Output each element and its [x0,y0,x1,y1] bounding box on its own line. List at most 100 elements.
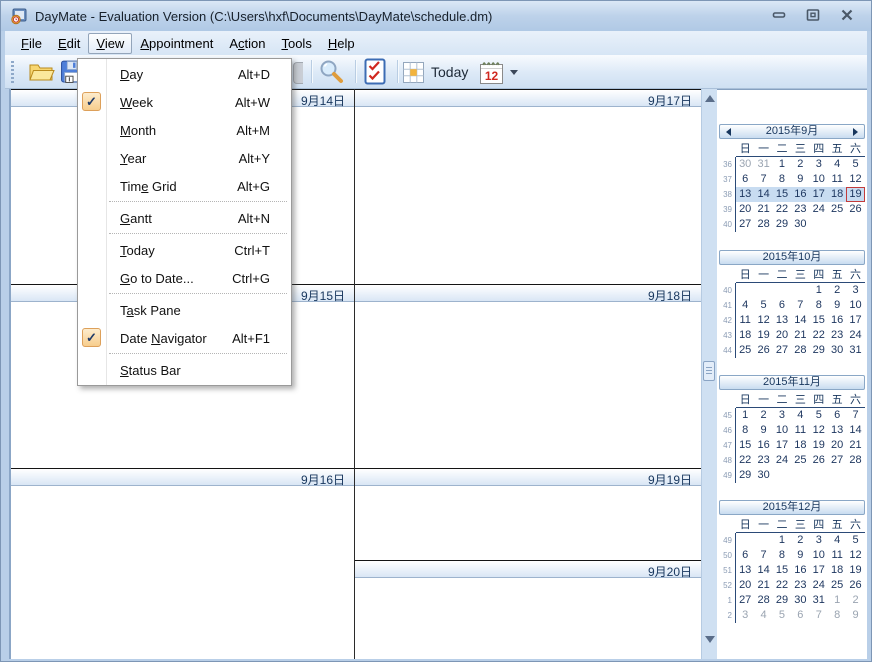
nav-date[interactable]: 21 [846,438,864,453]
today-button[interactable]: Today [403,59,468,85]
nav-date[interactable]: 4 [736,298,754,313]
nav-date[interactable]: 2 [828,283,846,298]
nav-date[interactable]: 26 [810,453,828,468]
nav-date[interactable]: 15 [773,187,791,202]
nav-date[interactable]: 12 [754,313,772,328]
nav-date[interactable]: 22 [736,453,754,468]
menu-item-day[interactable]: DayAlt+D [78,60,291,88]
nav-date[interactable]: 23 [754,453,772,468]
nav-date[interactable]: 27 [773,343,791,358]
nav-date[interactable]: 31 [754,157,772,172]
date-picker-button[interactable]: 12 [478,59,505,85]
prev-month-arrow[interactable] [726,128,731,136]
nav-date[interactable]: 30 [791,217,809,232]
checklist-icon[interactable] [363,58,387,85]
day-cell[interactable]: 9月17日 [355,89,701,284]
nav-date[interactable]: 17 [846,313,864,328]
day-cell-header[interactable]: 9月16日 [11,468,354,486]
nav-date[interactable]: 4 [791,408,809,423]
nav-date[interactable]: 24 [810,202,828,217]
nav-date[interactable]: 29 [736,468,754,483]
menu-item-time-grid[interactable]: Time GridAlt+G [78,172,291,200]
nav-date[interactable]: 13 [773,313,791,328]
nav-date[interactable]: 13 [736,563,754,578]
nav-date[interactable]: 25 [791,453,809,468]
splitter-handle[interactable] [703,361,715,381]
nav-date[interactable]: 4 [828,157,846,172]
day-cell[interactable]: 9月20日 [355,560,701,659]
nav-date[interactable]: 10 [810,172,828,187]
nav-date[interactable]: 22 [773,578,791,593]
nav-date[interactable]: 8 [828,608,846,623]
nav-date[interactable]: 27 [736,593,754,608]
nav-date[interactable]: 16 [791,187,809,202]
nav-date[interactable]: 5 [810,408,828,423]
nav-date[interactable]: 15 [773,563,791,578]
nav-date[interactable]: 9 [846,608,864,623]
nav-date[interactable]: 18 [791,438,809,453]
nav-date[interactable]: 3 [810,533,828,548]
menu-item-status-bar[interactable]: Status Bar [78,356,291,384]
nav-date[interactable]: 27 [828,453,846,468]
menu-item-month[interactable]: MonthAlt+M [78,116,291,144]
nav-date[interactable]: 10 [846,298,864,313]
date-picker-dropdown-arrow[interactable] [510,70,518,75]
menu-file[interactable]: File [13,33,50,54]
nav-date[interactable]: 7 [754,548,772,563]
nav-date[interactable]: 17 [810,187,828,202]
nav-date[interactable]: 3 [846,283,864,298]
nav-date[interactable]: 2 [846,593,864,608]
nav-date[interactable]: 20 [828,438,846,453]
nav-date[interactable]: 12 [810,423,828,438]
nav-date[interactable]: 6 [773,298,791,313]
nav-date[interactable]: 11 [736,313,754,328]
nav-date[interactable]: 1 [828,593,846,608]
nav-date[interactable]: 25 [828,202,846,217]
nav-date[interactable]: 25 [736,343,754,358]
next-month-arrow[interactable] [853,128,858,136]
nav-date[interactable]: 9 [754,423,772,438]
nav-date[interactable]: 26 [754,343,772,358]
nav-date[interactable]: 6 [736,548,754,563]
nav-date[interactable]: 4 [754,608,772,623]
nav-date[interactable]: 16 [828,313,846,328]
close-button[interactable] [839,8,855,22]
nav-date[interactable]: 24 [773,453,791,468]
nav-date[interactable]: 8 [810,298,828,313]
nav-date[interactable]: 13 [736,187,754,202]
day-cell[interactable]: 9月16日 [11,468,354,659]
nav-date[interactable]: 1 [773,157,791,172]
toolbar-grip[interactable] [11,61,14,83]
nav-date-today[interactable]: 19 [846,187,864,202]
menu-view[interactable]: View [88,33,132,54]
nav-date[interactable]: 21 [754,202,772,217]
nav-date[interactable]: 23 [791,202,809,217]
nav-date[interactable]: 13 [828,423,846,438]
nav-date[interactable]: 14 [754,187,772,202]
nav-date[interactable]: 30 [828,343,846,358]
menu-edit[interactable]: Edit [50,33,88,54]
partially-obscured-toolbar-icon[interactable] [293,62,303,84]
day-cell-header[interactable]: 9月18日 [355,284,701,302]
nav-date[interactable]: 23 [828,328,846,343]
nav-date[interactable]: 8 [773,172,791,187]
nav-date[interactable]: 28 [754,593,772,608]
nav-date[interactable]: 11 [791,423,809,438]
nav-date[interactable]: 9 [791,172,809,187]
day-cell-body[interactable] [355,302,701,468]
menu-item-week[interactable]: ✓WeekAlt+W [78,88,291,116]
menu-action[interactable]: Action [221,33,273,54]
nav-date[interactable]: 29 [773,593,791,608]
nav-date[interactable]: 25 [828,578,846,593]
nav-date[interactable]: 5 [754,298,772,313]
nav-date[interactable]: 2 [754,408,772,423]
menu-help[interactable]: Help [320,33,363,54]
nav-date[interactable]: 9 [791,548,809,563]
menu-item-today[interactable]: TodayCtrl+T [78,236,291,264]
scroll-up-arrow[interactable] [705,95,715,102]
nav-date[interactable]: 1 [736,408,754,423]
nav-date[interactable]: 16 [791,563,809,578]
nav-date[interactable]: 7 [754,172,772,187]
nav-date[interactable]: 18 [828,563,846,578]
day-cell-header[interactable]: 9月17日 [355,89,701,107]
